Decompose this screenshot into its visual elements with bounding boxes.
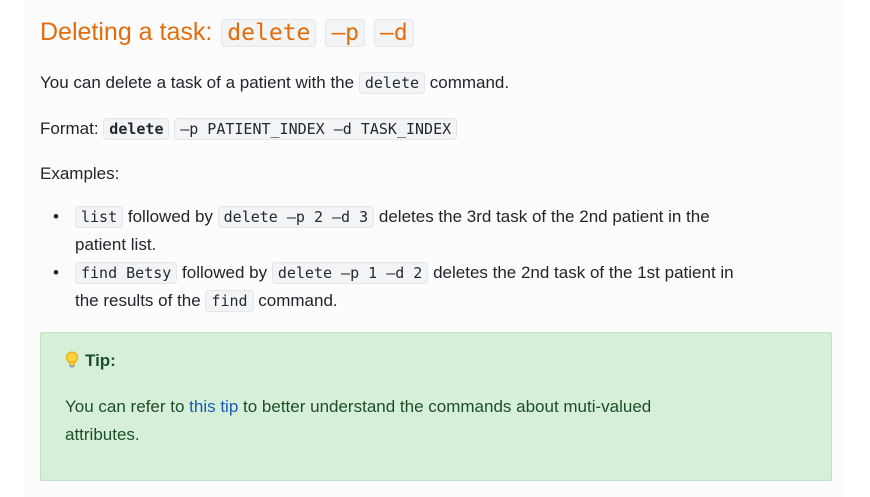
- heading-code-d: –d: [373, 19, 414, 47]
- examples-list: • list followed by delete –p 2 –d 3 dele…: [40, 203, 832, 315]
- tip-header: Tip:: [65, 351, 116, 371]
- tip-text-after: to better understand the commands about …: [243, 397, 652, 416]
- example-code-2: delete –p 2 –d 3: [217, 206, 375, 228]
- tip-text-before: You can refer to: [65, 397, 185, 416]
- heading-code-delete: delete: [221, 19, 317, 47]
- intro-text-after: command.: [429, 73, 510, 92]
- list-item: • list followed by delete –p 2 –d 3 dele…: [40, 203, 832, 259]
- example-code-1: list: [75, 206, 124, 228]
- example-rest: deletes the 2nd task of the 1st patient …: [433, 263, 734, 282]
- lightbulb-icon: [65, 351, 79, 369]
- heading-text: Deleting a task:: [40, 18, 213, 46]
- format-cmd: delete: [103, 118, 170, 140]
- tip-box: Tip: You can refer to this tip to better…: [40, 332, 832, 481]
- example-rest: deletes the 3rd task of the 2nd patient …: [378, 207, 710, 226]
- bullet-icon: •: [53, 207, 59, 226]
- tip-text-line2: attributes.: [65, 425, 140, 444]
- section-heading: Deleting a task: delete –p –d: [40, 14, 414, 51]
- example-line2-after: command.: [258, 291, 338, 310]
- format-paragraph: Format: delete –p PATIENT_INDEX –d TASK_…: [40, 116, 458, 142]
- tip-body: You can refer to this tip to better unde…: [65, 393, 765, 449]
- example-line2-code: find: [205, 290, 254, 312]
- example-line2: patient list.: [75, 235, 157, 254]
- tip-link[interactable]: this tip: [189, 397, 238, 416]
- examples-label: Examples:: [40, 164, 120, 183]
- heading-code-p: –p: [325, 19, 366, 47]
- page: Deleting a task: delete –p –d You can de…: [24, 0, 846, 497]
- example-code-2: delete –p 1 –d 2: [271, 262, 429, 284]
- tip-title: Tip:: [85, 351, 116, 370]
- format-args: –p PATIENT_INDEX –d TASK_INDEX: [174, 118, 458, 140]
- bullet-icon: •: [53, 263, 59, 282]
- example-mid: followed by: [127, 207, 213, 226]
- intro-code: delete: [358, 72, 426, 94]
- intro-text: You can delete a task of a patient with …: [40, 73, 355, 92]
- example-line2-before: the results of the: [75, 291, 201, 310]
- format-label: Format:: [40, 119, 99, 138]
- example-code-1: find Betsy: [75, 262, 178, 284]
- list-item: • find Betsy followed by delete –p 1 –d …: [40, 259, 832, 315]
- example-mid: followed by: [182, 263, 268, 282]
- intro-paragraph: You can delete a task of a patient with …: [40, 70, 509, 96]
